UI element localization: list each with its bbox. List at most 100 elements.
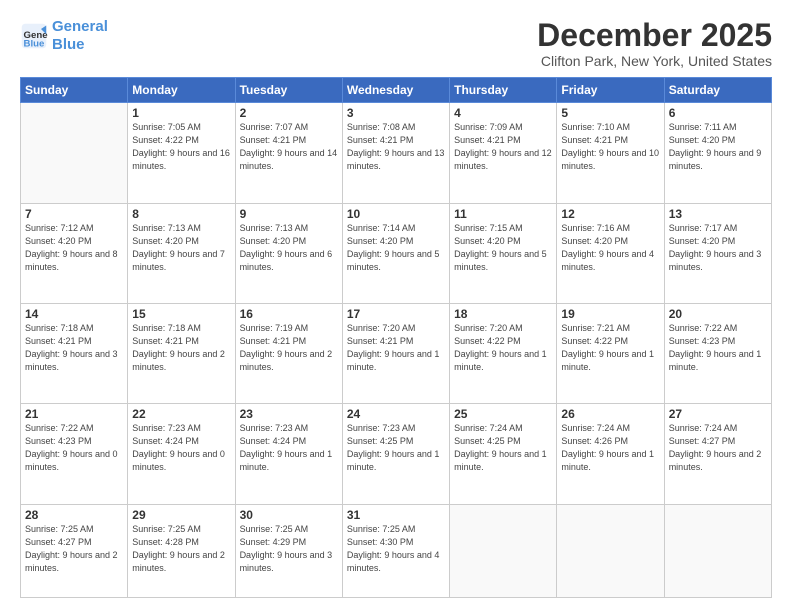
- day-number: 27: [669, 407, 767, 421]
- table-row: 12Sunrise: 7:16 AMSunset: 4:20 PMDayligh…: [557, 203, 664, 303]
- day-info: Sunrise: 7:09 AMSunset: 4:21 PMDaylight:…: [454, 121, 552, 173]
- svg-text:Blue: Blue: [24, 39, 45, 50]
- day-number: 30: [240, 508, 338, 522]
- day-number: 24: [347, 407, 445, 421]
- col-thursday: Thursday: [450, 78, 557, 103]
- day-number: 17: [347, 307, 445, 321]
- day-info: Sunrise: 7:13 AMSunset: 4:20 PMDaylight:…: [132, 222, 230, 274]
- table-row: 22Sunrise: 7:23 AMSunset: 4:24 PMDayligh…: [128, 404, 235, 504]
- table-row: 17Sunrise: 7:20 AMSunset: 4:21 PMDayligh…: [342, 303, 449, 403]
- day-number: 18: [454, 307, 552, 321]
- day-info: Sunrise: 7:20 AMSunset: 4:21 PMDaylight:…: [347, 322, 445, 374]
- day-number: 23: [240, 407, 338, 421]
- table-row: 15Sunrise: 7:18 AMSunset: 4:21 PMDayligh…: [128, 303, 235, 403]
- calendar-header-row: Sunday Monday Tuesday Wednesday Thursday…: [21, 78, 772, 103]
- day-number: 15: [132, 307, 230, 321]
- month-title: December 2025: [537, 18, 772, 53]
- day-info: Sunrise: 7:25 AMSunset: 4:27 PMDaylight:…: [25, 523, 123, 575]
- table-row: 24Sunrise: 7:23 AMSunset: 4:25 PMDayligh…: [342, 404, 449, 504]
- day-number: 22: [132, 407, 230, 421]
- day-number: 10: [347, 207, 445, 221]
- logo: General Blue General Blue: [20, 18, 108, 54]
- table-row: 14Sunrise: 7:18 AMSunset: 4:21 PMDayligh…: [21, 303, 128, 403]
- logo-line1: General: [52, 18, 108, 35]
- day-number: 14: [25, 307, 123, 321]
- logo-line2: Blue: [52, 36, 85, 53]
- table-row: 7Sunrise: 7:12 AMSunset: 4:20 PMDaylight…: [21, 203, 128, 303]
- header: General Blue General Blue December 2025 …: [20, 18, 772, 69]
- day-number: 4: [454, 106, 552, 120]
- table-row: 23Sunrise: 7:23 AMSunset: 4:24 PMDayligh…: [235, 404, 342, 504]
- day-number: 20: [669, 307, 767, 321]
- day-info: Sunrise: 7:23 AMSunset: 4:25 PMDaylight:…: [347, 422, 445, 474]
- day-number: 19: [561, 307, 659, 321]
- table-row: 13Sunrise: 7:17 AMSunset: 4:20 PMDayligh…: [664, 203, 771, 303]
- table-row: 5Sunrise: 7:10 AMSunset: 4:21 PMDaylight…: [557, 103, 664, 203]
- day-info: Sunrise: 7:18 AMSunset: 4:21 PMDaylight:…: [132, 322, 230, 374]
- table-row: 26Sunrise: 7:24 AMSunset: 4:26 PMDayligh…: [557, 404, 664, 504]
- table-row: 8Sunrise: 7:13 AMSunset: 4:20 PMDaylight…: [128, 203, 235, 303]
- day-info: Sunrise: 7:08 AMSunset: 4:21 PMDaylight:…: [347, 121, 445, 173]
- table-row: 18Sunrise: 7:20 AMSunset: 4:22 PMDayligh…: [450, 303, 557, 403]
- day-info: Sunrise: 7:07 AMSunset: 4:21 PMDaylight:…: [240, 121, 338, 173]
- table-row: [557, 504, 664, 598]
- day-info: Sunrise: 7:11 AMSunset: 4:20 PMDaylight:…: [669, 121, 767, 173]
- col-saturday: Saturday: [664, 78, 771, 103]
- day-info: Sunrise: 7:18 AMSunset: 4:21 PMDaylight:…: [25, 322, 123, 374]
- day-info: Sunrise: 7:24 AMSunset: 4:27 PMDaylight:…: [669, 422, 767, 474]
- table-row: 11Sunrise: 7:15 AMSunset: 4:20 PMDayligh…: [450, 203, 557, 303]
- day-number: 13: [669, 207, 767, 221]
- day-number: 5: [561, 106, 659, 120]
- table-row: 10Sunrise: 7:14 AMSunset: 4:20 PMDayligh…: [342, 203, 449, 303]
- day-number: 31: [347, 508, 445, 522]
- day-info: Sunrise: 7:17 AMSunset: 4:20 PMDaylight:…: [669, 222, 767, 274]
- logo-text: General Blue: [52, 18, 108, 54]
- table-row: 3Sunrise: 7:08 AMSunset: 4:21 PMDaylight…: [342, 103, 449, 203]
- day-number: 3: [347, 106, 445, 120]
- day-info: Sunrise: 7:25 AMSunset: 4:30 PMDaylight:…: [347, 523, 445, 575]
- day-number: 6: [669, 106, 767, 120]
- day-info: Sunrise: 7:25 AMSunset: 4:29 PMDaylight:…: [240, 523, 338, 575]
- table-row: 28Sunrise: 7:25 AMSunset: 4:27 PMDayligh…: [21, 504, 128, 598]
- day-number: 8: [132, 207, 230, 221]
- table-row: 31Sunrise: 7:25 AMSunset: 4:30 PMDayligh…: [342, 504, 449, 598]
- table-row: 25Sunrise: 7:24 AMSunset: 4:25 PMDayligh…: [450, 404, 557, 504]
- day-info: Sunrise: 7:24 AMSunset: 4:25 PMDaylight:…: [454, 422, 552, 474]
- page: General Blue General Blue December 2025 …: [0, 0, 792, 612]
- day-info: Sunrise: 7:23 AMSunset: 4:24 PMDaylight:…: [132, 422, 230, 474]
- table-row: 20Sunrise: 7:22 AMSunset: 4:23 PMDayligh…: [664, 303, 771, 403]
- day-info: Sunrise: 7:24 AMSunset: 4:26 PMDaylight:…: [561, 422, 659, 474]
- title-block: December 2025 Clifton Park, New York, Un…: [537, 18, 772, 69]
- calendar-table: Sunday Monday Tuesday Wednesday Thursday…: [20, 77, 772, 598]
- table-row: 6Sunrise: 7:11 AMSunset: 4:20 PMDaylight…: [664, 103, 771, 203]
- day-number: 29: [132, 508, 230, 522]
- table-row: 29Sunrise: 7:25 AMSunset: 4:28 PMDayligh…: [128, 504, 235, 598]
- col-friday: Friday: [557, 78, 664, 103]
- day-info: Sunrise: 7:22 AMSunset: 4:23 PMDaylight:…: [669, 322, 767, 374]
- table-row: 27Sunrise: 7:24 AMSunset: 4:27 PMDayligh…: [664, 404, 771, 504]
- day-info: Sunrise: 7:05 AMSunset: 4:22 PMDaylight:…: [132, 121, 230, 173]
- day-number: 16: [240, 307, 338, 321]
- day-info: Sunrise: 7:21 AMSunset: 4:22 PMDaylight:…: [561, 322, 659, 374]
- table-row: [450, 504, 557, 598]
- day-number: 26: [561, 407, 659, 421]
- col-monday: Monday: [128, 78, 235, 103]
- day-number: 11: [454, 207, 552, 221]
- day-number: 12: [561, 207, 659, 221]
- col-sunday: Sunday: [21, 78, 128, 103]
- table-row: 2Sunrise: 7:07 AMSunset: 4:21 PMDaylight…: [235, 103, 342, 203]
- day-number: 28: [25, 508, 123, 522]
- day-number: 2: [240, 106, 338, 120]
- table-row: [21, 103, 128, 203]
- logo-icon: General Blue: [20, 22, 48, 50]
- table-row: 4Sunrise: 7:09 AMSunset: 4:21 PMDaylight…: [450, 103, 557, 203]
- day-info: Sunrise: 7:14 AMSunset: 4:20 PMDaylight:…: [347, 222, 445, 274]
- table-row: 9Sunrise: 7:13 AMSunset: 4:20 PMDaylight…: [235, 203, 342, 303]
- day-number: 25: [454, 407, 552, 421]
- day-info: Sunrise: 7:23 AMSunset: 4:24 PMDaylight:…: [240, 422, 338, 474]
- day-info: Sunrise: 7:19 AMSunset: 4:21 PMDaylight:…: [240, 322, 338, 374]
- day-number: 9: [240, 207, 338, 221]
- day-info: Sunrise: 7:22 AMSunset: 4:23 PMDaylight:…: [25, 422, 123, 474]
- day-info: Sunrise: 7:10 AMSunset: 4:21 PMDaylight:…: [561, 121, 659, 173]
- col-wednesday: Wednesday: [342, 78, 449, 103]
